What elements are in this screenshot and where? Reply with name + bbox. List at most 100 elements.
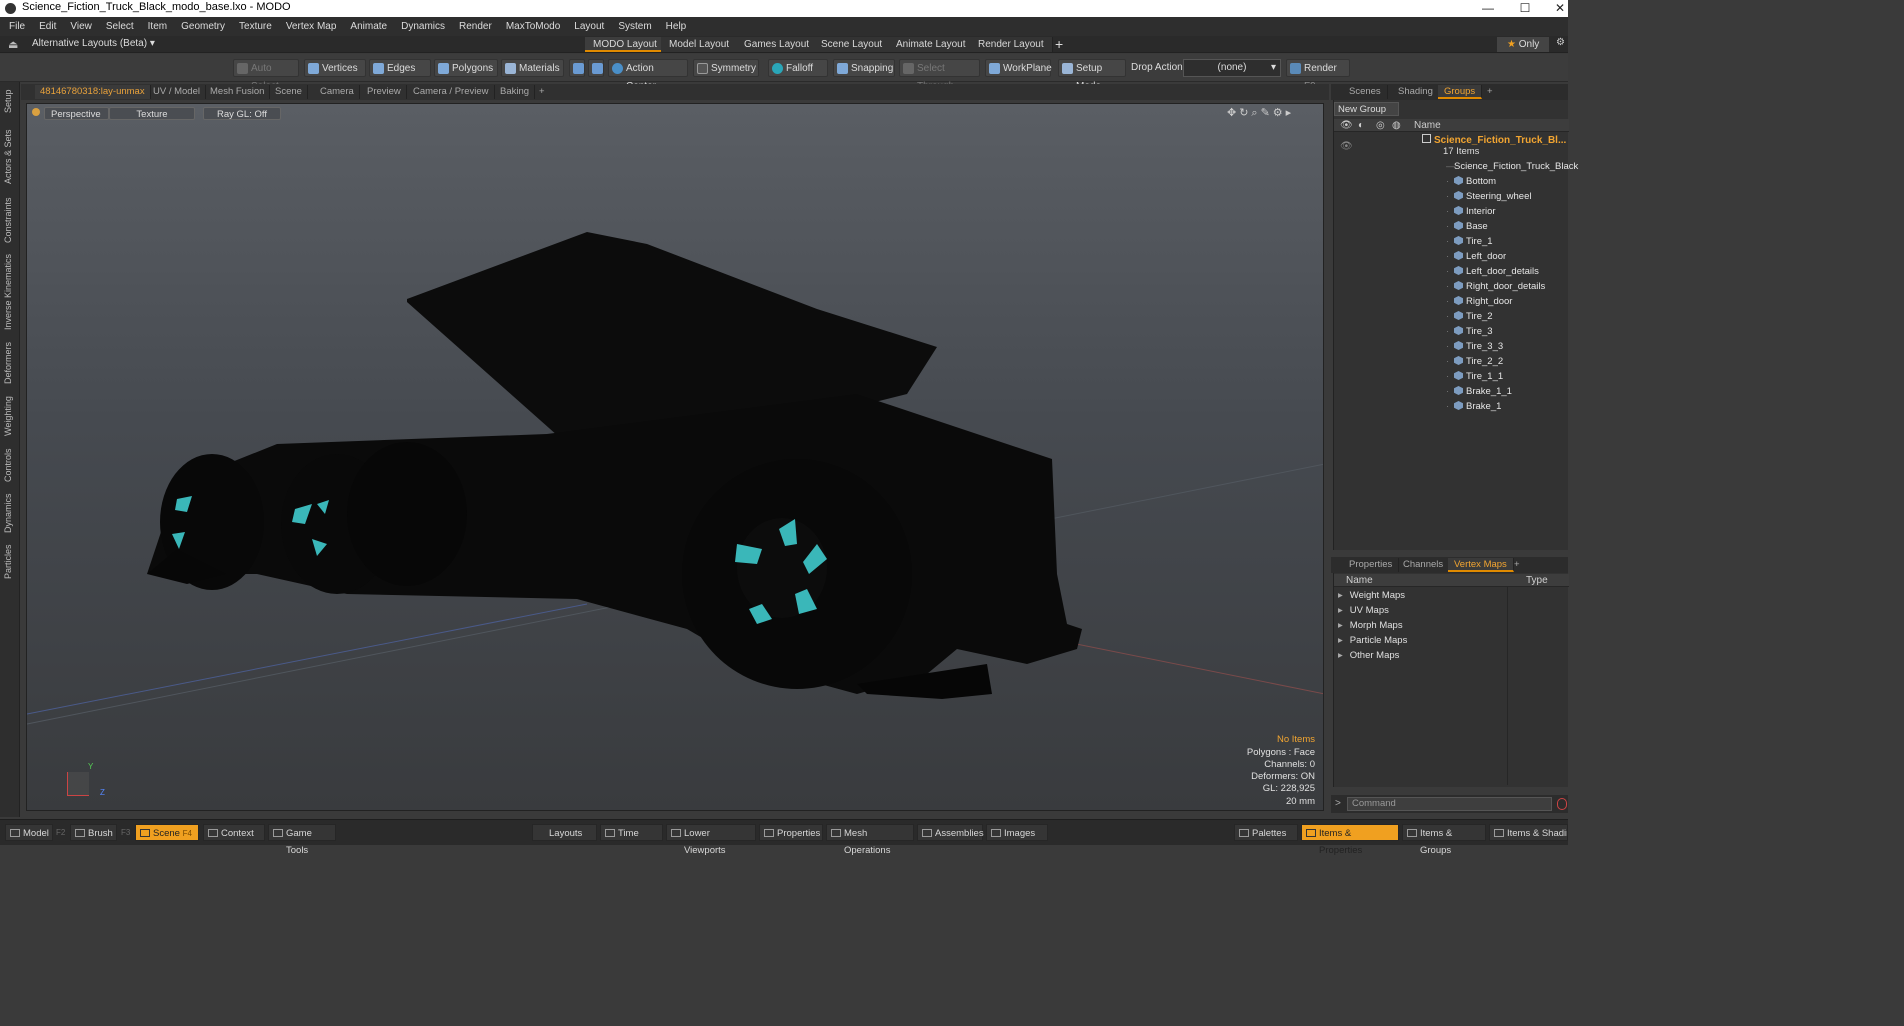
group-item[interactable]: · Tire_2_2	[1446, 354, 1503, 369]
side-tab-deformers[interactable]: Deformers	[3, 340, 17, 386]
menu-item[interactable]: Item	[148, 21, 167, 32]
only-toggle[interactable]: ★ Only	[1497, 37, 1549, 52]
menu-file[interactable]: File	[9, 21, 25, 32]
tab-properties[interactable]: Properties	[1343, 558, 1400, 572]
menu-dynamics[interactable]: Dynamics	[401, 21, 445, 32]
tab-mesh-fusion[interactable]: Mesh Fusion	[205, 85, 271, 99]
group-item[interactable]: · Brake_1_1	[1446, 384, 1512, 399]
menu-view[interactable]: View	[70, 21, 92, 32]
group-item[interactable]: · Left_door	[1446, 249, 1506, 264]
gear-icon[interactable]: ⚙	[1556, 37, 1565, 48]
layout-switcher-icon[interactable]: ⏏	[8, 38, 18, 51]
tab-lay-unmax[interactable]: 48146780318:lay-unmax	[35, 85, 151, 99]
side-tab-setup[interactable]: Setup	[3, 86, 17, 116]
select-through-button[interactable]: Select Through	[899, 59, 980, 92]
menu-animate[interactable]: Animate	[350, 21, 387, 32]
group-item[interactable]: · Interior	[1446, 204, 1496, 219]
properties-button[interactable]: Properties	[759, 824, 823, 841]
group-item[interactable]: · Tire_1	[1446, 234, 1493, 249]
tab-scene-layout[interactable]: Scene Layout	[813, 37, 892, 52]
workplane-button[interactable]: WorkPlane	[985, 59, 1052, 77]
tab-uv-model[interactable]: UV / Model	[148, 85, 206, 99]
group-item[interactable]: · Base	[1446, 219, 1488, 234]
tab-animate-layout[interactable]: Animate Layout	[888, 37, 975, 52]
group-item[interactable]: · Right_door_details	[1446, 279, 1545, 294]
alternative-layouts-dropdown[interactable]: Alternative Layouts (Beta) ▾	[32, 38, 155, 49]
menu-maxtomodo[interactable]: MaxToModo	[506, 21, 560, 32]
group-item[interactable]: · Right_door	[1446, 294, 1512, 309]
maximize-button[interactable]: ☐	[1505, 0, 1545, 17]
drop-action-select[interactable]: (none) ▾	[1183, 59, 1281, 77]
lower-viewports-button[interactable]: Lower Viewports	[666, 824, 756, 856]
setup-mode-button[interactable]: Setup Mode	[1058, 59, 1126, 92]
render-button[interactable]: Render F9	[1286, 59, 1350, 92]
palettes-button[interactable]: Palettes	[1234, 824, 1298, 841]
vm-uv-maps[interactable]: ▸ UV Maps	[1338, 603, 1389, 618]
menu-layout[interactable]: Layout	[574, 21, 604, 32]
group-item[interactable]: · Tire_2	[1446, 309, 1493, 324]
side-tab-actors-sets[interactable]: Actors & Sets	[3, 128, 17, 186]
tab-model-layout[interactable]: Model Layout	[661, 37, 739, 52]
vm-morph-maps[interactable]: ▸ Morph Maps	[1338, 618, 1403, 633]
menu-render[interactable]: Render	[459, 21, 492, 32]
assemblies-button[interactable]: Assemblies	[917, 824, 984, 841]
group-item[interactable]: · Tire_3	[1446, 324, 1493, 339]
vm-other-maps[interactable]: ▸ Other Maps	[1338, 648, 1399, 663]
snapping-button[interactable]: Snapping	[833, 59, 895, 77]
minimize-button[interactable]: —	[1468, 0, 1508, 17]
add-tab-button[interactable]: +	[1508, 558, 1526, 572]
items-shading-button[interactable]: Items & Shading	[1489, 824, 1568, 841]
menu-vertex-map[interactable]: Vertex Map	[286, 21, 337, 32]
auto-select-button[interactable]: Auto Select	[233, 59, 299, 92]
mesh-operations-button[interactable]: Mesh Operations	[826, 824, 914, 856]
menu-geometry[interactable]: Geometry	[181, 21, 225, 32]
menu-select[interactable]: Select	[106, 21, 134, 32]
tab-channels[interactable]: Channels	[1397, 558, 1451, 572]
model-button[interactable]: Model	[5, 824, 53, 841]
tab-groups[interactable]: Groups	[1438, 85, 1483, 99]
menu-help[interactable]: Help	[666, 21, 687, 32]
context-button[interactable]: Context	[203, 824, 265, 841]
close-button[interactable]: ✕	[1540, 0, 1580, 17]
tab-camera[interactable]: Camera	[315, 85, 360, 99]
action-center-button[interactable]: Action Center	[608, 59, 688, 92]
time-button[interactable]: Time	[600, 824, 663, 841]
vertices-button[interactable]: Vertices	[304, 59, 366, 77]
add-tab-button[interactable]: +	[534, 85, 550, 99]
symmetry-button[interactable]: Symmetry	[693, 59, 759, 77]
scene-button[interactable]: Scene F4	[135, 824, 199, 841]
group-item[interactable]: · Bottom	[1446, 174, 1496, 189]
tab-games-layout[interactable]: Games Layout	[736, 37, 819, 52]
new-group-button[interactable]: New Group	[1334, 102, 1399, 116]
record-icon[interactable]	[1557, 798, 1567, 810]
side-tab-constraints[interactable]: Constraints	[3, 194, 17, 246]
menu-system[interactable]: System	[618, 21, 651, 32]
side-tab-dynamics[interactable]: Dynamics	[3, 492, 17, 534]
group-visibility-toggle[interactable]: 👁	[1340, 141, 1353, 152]
side-tab-controls[interactable]: Controls	[3, 446, 17, 484]
tab-scenes[interactable]: Scenes	[1343, 85, 1388, 99]
brush-button[interactable]: Brush	[70, 824, 117, 841]
materials-button[interactable]: Materials	[501, 59, 564, 77]
vm-weight-maps[interactable]: ▸ Weight Maps	[1338, 588, 1405, 603]
game-tools-button[interactable]: Game Tools	[268, 824, 336, 856]
tab-scene[interactable]: Scene	[270, 85, 308, 99]
group-item[interactable]: —Science_Fiction_Truck_Black	[1446, 159, 1578, 174]
add-layout-button[interactable]: +	[1055, 36, 1063, 52]
group-item[interactable]: · Tire_3_3	[1446, 339, 1503, 354]
add-tab-button[interactable]: +	[1481, 85, 1499, 99]
vm-particle-maps[interactable]: ▸ Particle Maps	[1338, 633, 1407, 648]
tab-render-layout[interactable]: Render Layout	[970, 37, 1053, 52]
group-item[interactable]: · Brake_1	[1446, 399, 1501, 414]
tab-baking[interactable]: Baking	[495, 85, 536, 99]
menu-edit[interactable]: Edit	[39, 21, 56, 32]
command-input[interactable]: Command	[1347, 797, 1552, 811]
side-tab-particles[interactable]: Particles	[3, 542, 17, 582]
items-properties-button[interactable]: Items & Properties	[1301, 824, 1399, 856]
tab-shading[interactable]: Shading	[1392, 85, 1440, 99]
group-item[interactable]: · Tire_1_1	[1446, 369, 1503, 384]
select-mode-1-button[interactable]	[569, 59, 585, 77]
side-tab-weighting[interactable]: Weighting	[3, 394, 17, 438]
images-button[interactable]: Images	[986, 824, 1048, 841]
layouts-button[interactable]: Layouts	[532, 824, 597, 841]
